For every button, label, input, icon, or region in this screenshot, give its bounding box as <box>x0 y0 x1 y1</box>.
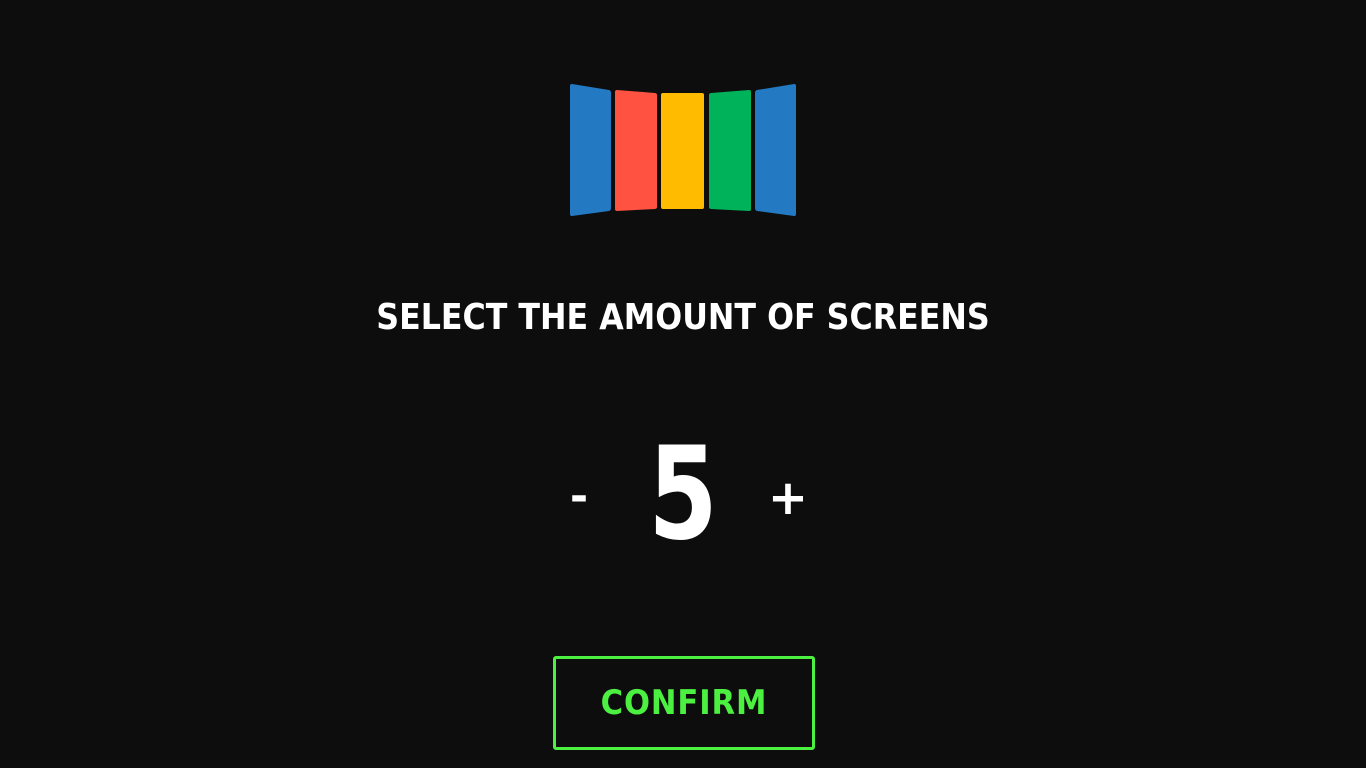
screen-count-value: 5 <box>648 420 718 569</box>
confirm-button[interactable]: CONFIRM <box>553 656 815 750</box>
screen-count-stepper: - 5 + <box>0 420 1366 570</box>
screens-logo-icon <box>568 82 798 220</box>
page-title: SELECT THE AMOUNT OF SCREENS <box>376 297 990 338</box>
logo-panel-2 <box>615 90 657 211</box>
confirm-button-label: CONFIRM <box>600 683 768 723</box>
logo-panel-3 <box>661 93 704 209</box>
logo-panel-1 <box>570 83 611 217</box>
decrement-button[interactable]: - <box>566 475 592 519</box>
logo-panel-4 <box>709 90 751 211</box>
increment-button[interactable]: + <box>767 474 809 522</box>
logo-panel-5 <box>755 83 796 217</box>
screen-count-selector: SELECT THE AMOUNT OF SCREENS - 5 + CONFI… <box>0 0 1366 768</box>
